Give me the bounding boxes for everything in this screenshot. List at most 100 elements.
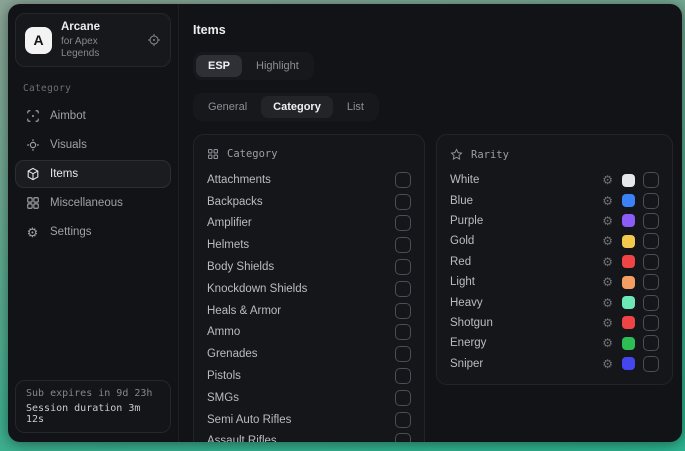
tab-general[interactable]: General [196,96,259,118]
sidebar-item-label: Miscellaneous [50,197,123,209]
color-swatch-light[interactable] [622,276,635,289]
checkbox-semi-auto-rifles[interactable] [395,412,411,428]
rarity-row-light: Light⚙ [450,272,659,292]
grid-icon [207,148,219,160]
app-subtitle: for Apex Legends [61,36,138,59]
rarity-list: White⚙Blue⚙Purple⚙Gold⚙Red⚙Light⚙Heavy⚙S… [450,170,659,374]
gear-icon[interactable]: ⚙ [602,195,613,207]
checkbox-ammo[interactable] [395,324,411,340]
gear-icon[interactable]: ⚙ [602,215,613,227]
category-row-label: Helmets [207,239,249,251]
sidebar-nav: Aimbot Visuals Items Miscellaneous ⚙ Settings [8,102,178,246]
category-row-backpacks: Backpacks [207,191,411,213]
rarity-row-gold: Gold⚙ [450,231,659,251]
app-title-block: Arcane for Apex Legends [61,21,138,59]
category-row-helmets: Helmets [207,234,411,256]
mode-toggle: ESP Highlight [193,52,314,80]
checkbox-shotgun[interactable] [643,315,659,331]
category-row-label: Backpacks [207,196,263,208]
mode-option-highlight[interactable]: Highlight [244,55,311,77]
checkbox-sniper[interactable] [643,356,659,372]
checkbox-energy[interactable] [643,335,659,351]
category-row-label: Knockdown Shields [207,283,307,295]
checkbox-smgs[interactable] [395,390,411,406]
checkbox-grenades[interactable] [395,346,411,362]
sidebar-item-settings[interactable]: ⚙ Settings [15,218,171,246]
star-icon [450,148,463,161]
sidebar-item-aimbot[interactable]: Aimbot [15,102,171,130]
rarity-panel: Rarity White⚙Blue⚙Purple⚙Gold⚙Red⚙Light⚙… [436,134,673,385]
checkbox-light[interactable] [643,274,659,290]
checkbox-amplifier[interactable] [395,215,411,231]
gear-icon[interactable]: ⚙ [602,317,613,329]
checkbox-gold[interactable] [643,233,659,249]
sidebar-item-label: Aimbot [50,110,86,122]
rarity-row-label: Gold [450,235,602,247]
target-icon[interactable] [147,33,161,47]
items-box-icon [25,167,40,182]
sidebar-item-visuals[interactable]: Visuals [15,131,171,159]
gear-icon[interactable]: ⚙ [602,256,613,268]
rarity-row-label: Purple [450,215,602,227]
color-swatch-white[interactable] [622,174,635,187]
category-row-label: Attachments [207,174,271,186]
sidebar: A Arcane for Apex Legends Category Aimbo… [8,4,179,442]
checkbox-helmets[interactable] [395,237,411,253]
checkbox-white[interactable] [643,172,659,188]
subscription-card: Sub expires in 9d 23h Session duration 3… [15,380,171,433]
rarity-row-label: Blue [450,195,602,207]
category-row-assault-rifles: Assault Rifles [207,431,411,442]
color-swatch-heavy[interactable] [622,296,635,309]
checkbox-purple[interactable] [643,213,659,229]
checkbox-red[interactable] [643,254,659,270]
checkbox-blue[interactable] [643,193,659,209]
sub-expiry-text: Sub expires in 9d 23h [26,388,160,399]
color-swatch-sniper[interactable] [622,357,635,370]
checkbox-attachments[interactable] [395,172,411,188]
rarity-row-purple: Purple⚙ [450,211,659,231]
sidebar-item-miscellaneous[interactable]: Miscellaneous [15,189,171,217]
color-swatch-energy[interactable] [622,337,635,350]
rarity-row-white: White⚙ [450,170,659,190]
gear-icon[interactable]: ⚙ [602,337,613,349]
category-row-ammo: Ammo [207,322,411,344]
color-swatch-shotgun[interactable] [622,316,635,329]
rarity-row-shotgun: Shotgun⚙ [450,313,659,333]
checkbox-knockdown-shields[interactable] [395,281,411,297]
gear-icon[interactable]: ⚙ [602,174,613,186]
tab-list[interactable]: List [335,96,376,118]
gear-icon[interactable]: ⚙ [602,358,613,370]
gear-icon[interactable]: ⚙ [602,276,613,288]
gear-icon[interactable]: ⚙ [602,235,613,247]
sidebar-item-label: Settings [50,226,92,238]
checkbox-pistols[interactable] [395,368,411,384]
checkbox-heavy[interactable] [643,295,659,311]
rarity-row-label: Sniper [450,358,602,370]
category-row-amplifier: Amplifier [207,213,411,235]
category-row-grenades: Grenades [207,343,411,365]
panels-row: Category AttachmentsBackpacksAmplifierHe… [193,134,673,442]
sidebar-item-items[interactable]: Items [15,160,171,188]
sidebar-item-label: Visuals [50,139,87,151]
sidebar-section-label: Category [23,83,163,94]
rarity-row-energy: Energy⚙ [450,333,659,353]
settings-gear-icon: ⚙ [25,225,40,240]
rarity-row-label: Energy [450,337,602,349]
color-swatch-blue[interactable] [622,194,635,207]
checkbox-body-shields[interactable] [395,259,411,275]
category-row-semi-auto-rifles: Semi Auto Rifles [207,409,411,431]
checkbox-backpacks[interactable] [395,194,411,210]
app-header-card: A Arcane for Apex Legends [15,13,171,67]
color-swatch-gold[interactable] [622,235,635,248]
color-swatch-purple[interactable] [622,214,635,227]
checkbox-assault-rifles[interactable] [395,433,411,442]
tab-category[interactable]: Category [261,96,333,118]
mode-option-esp[interactable]: ESP [196,55,242,77]
gear-icon[interactable]: ⚙ [602,297,613,309]
rarity-row-label: Red [450,256,602,268]
sidebar-item-label: Items [50,168,78,180]
color-swatch-red[interactable] [622,255,635,268]
aimbot-crosshair-icon [25,109,40,124]
category-row-pistols: Pistols [207,365,411,387]
checkbox-heals-armor[interactable] [395,303,411,319]
